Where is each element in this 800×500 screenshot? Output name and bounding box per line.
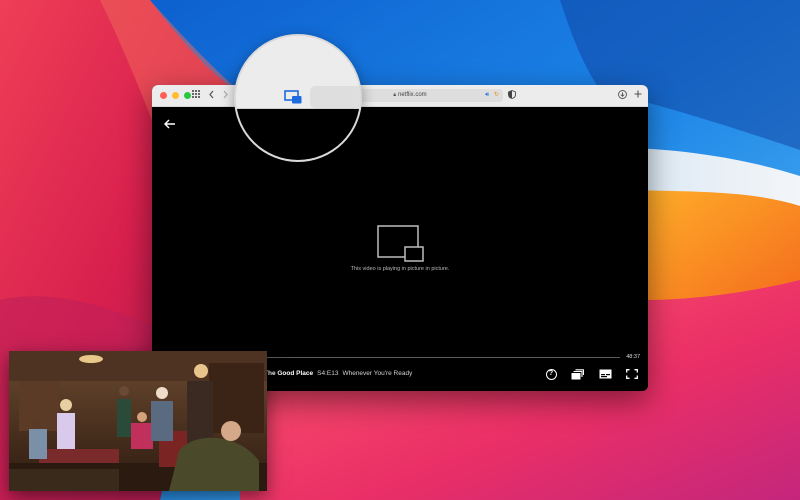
time-remaining: 48:37 (626, 354, 640, 360)
fullscreen-icon (626, 369, 638, 379)
shield-icon[interactable] (508, 90, 516, 102)
browser-toolbar: 🔒︎ netflix.com 🔊︎ ↻ (152, 85, 648, 107)
back-icon[interactable] (208, 90, 215, 102)
minimize-window-button[interactable] (172, 92, 179, 99)
back-arrow-icon[interactable] (164, 117, 176, 131)
close-window-button[interactable] (160, 92, 167, 99)
pip-video-window[interactable] (9, 351, 267, 491)
episode-code: S4:E13 (317, 370, 339, 377)
download-icon[interactable] (618, 90, 627, 102)
picture-in-picture-icon[interactable] (284, 90, 302, 104)
help-icon: ? (545, 368, 557, 380)
subtitles-button[interactable] (598, 368, 612, 380)
browser-window: 🔒︎ netflix.com 🔊︎ ↻ This video is playing… (152, 85, 648, 391)
episodes-button[interactable] (570, 368, 584, 380)
url-text: netflix.com (397, 92, 427, 98)
new-tab-icon[interactable] (634, 90, 642, 101)
window-controls (160, 92, 191, 99)
sidebar-grid-icon[interactable] (192, 90, 200, 101)
video-frame (9, 351, 267, 491)
subtitles-icon (599, 369, 611, 379)
video-player[interactable]: This video is playing in picture in pict… (152, 107, 648, 391)
address-bar-zoomed (310, 86, 360, 108)
reload-icon[interactable]: ↻ (494, 90, 499, 101)
forward-icon[interactable] (222, 90, 229, 102)
show-title: The Good Place (264, 370, 314, 377)
help-button[interactable]: ? (544, 368, 558, 380)
progress-bar[interactable] (252, 357, 620, 358)
picture-in-picture-icon (377, 225, 425, 263)
now-playing-info: The Good Place S4:E13 Whenever You're Read… (264, 370, 412, 377)
speaker-icon[interactable]: 🔊︎ (485, 90, 489, 101)
episode-title: Whenever You're Ready (342, 370, 413, 377)
fullscreen-button[interactable] (625, 368, 639, 380)
episodes-icon (571, 368, 584, 379)
magnifier-callout (234, 34, 362, 162)
zoom-window-button[interactable] (184, 92, 191, 99)
lock-icon: 🔒︎ (393, 92, 396, 98)
pip-message: This video is playing in picture in pict… (350, 266, 450, 272)
